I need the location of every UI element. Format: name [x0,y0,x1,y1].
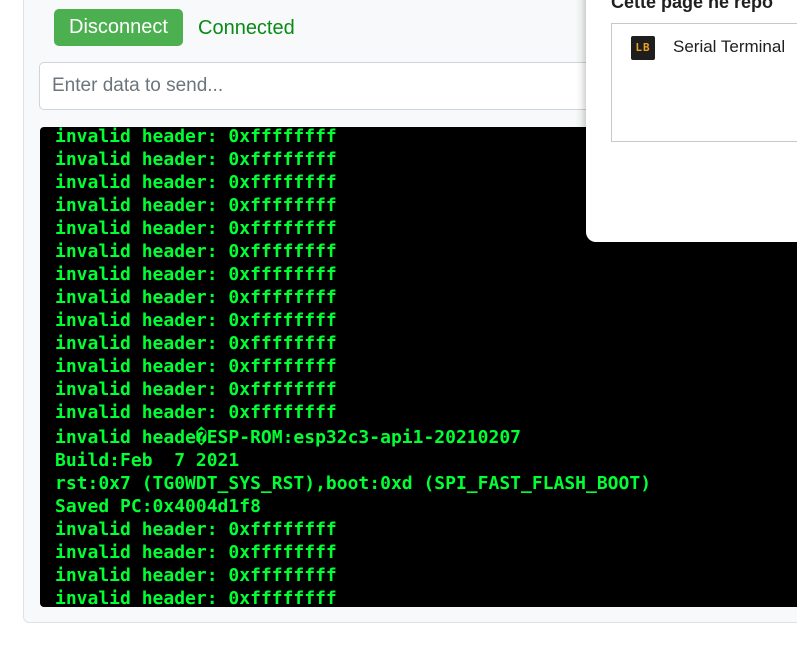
connection-status: Connected [198,17,295,39]
terminal-line: invalid header: 0xffffffff [55,379,337,400]
terminal-line: invalid header: 0xffffffff [55,356,337,377]
terminal-line: Build:Feb 7 2021 [55,450,240,471]
terminal-line: invalid header: 0xffffffff [55,264,337,285]
terminal-line: invalid header: 0xffffffff [55,310,337,331]
terminal-line: invalid header: 0xffffffff [55,542,337,563]
terminal-line: invalid header: 0xffffffff [55,565,337,586]
terminal-line: invalid header: 0xffffffff [55,287,337,308]
unresponsive-page-dialog: Cette page ne répo LB Serial Terminal [586,0,797,242]
dialog-list-item-serial-terminal[interactable]: LB Serial Terminal [612,24,797,66]
disconnect-button[interactable]: Disconnect [54,9,183,46]
terminal-line: rst:0x7 (TG0WDT_SYS_RST),boot:0xd (SPI_F… [55,473,652,494]
terminal-line: invalid header: 0xffffffff [55,519,337,540]
terminal-line: invalid header: 0xffffffff [55,588,337,607]
dialog-title: Cette page ne répo [611,0,774,12]
terminal-line: invalid header: 0xffffffff [55,402,337,423]
lb-app-icon: LB [631,36,655,60]
dialog-page-list: LB Serial Terminal [611,23,797,142]
terminal-line: invalid header: 0xffffffff [55,241,337,262]
terminal-line: invalid header: 0xffffffff [55,333,337,354]
terminal-line: Saved PC:0x4004d1f8 [55,496,261,517]
dialog-list-item-label: Serial Terminal [673,37,786,56]
terminal-line: invalid heade�ESP-ROM:esp32c3-api1-20210… [55,427,521,448]
